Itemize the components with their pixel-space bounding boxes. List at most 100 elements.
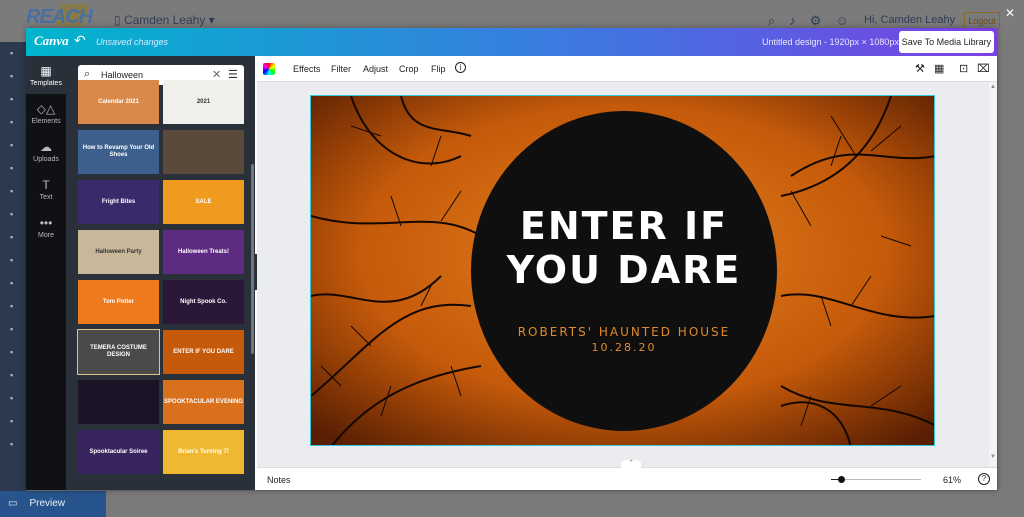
app-logo[interactable]: REACH bbox=[26, 6, 93, 29]
sidebar-icon[interactable]: ▪ bbox=[0, 341, 26, 364]
sidebar-icon[interactable]: ▪ bbox=[0, 249, 26, 272]
template-thumbnail[interactable]: Halloween Treats! bbox=[163, 230, 244, 274]
sidebar-icon[interactable]: ▪ bbox=[0, 364, 26, 387]
elements-icon: ◇△ bbox=[36, 101, 56, 116]
sidebar-icon[interactable]: ▪ bbox=[0, 111, 26, 134]
sidebar-icon[interactable]: ▪ bbox=[0, 387, 26, 410]
scroll-up-icon[interactable]: ▲ bbox=[990, 84, 996, 90]
editor-header: Canva ↶ Unsaved changes Untitled design … bbox=[26, 28, 997, 56]
adjust-button[interactable]: Adjust bbox=[363, 64, 388, 74]
sidebar-icon[interactable]: ▪ bbox=[0, 410, 26, 433]
canva-logo: Canva bbox=[34, 33, 69, 48]
templates-icon: ▦ bbox=[40, 63, 52, 78]
tab-text-label: Text bbox=[39, 193, 53, 201]
sidebar-icon[interactable]: ▪ bbox=[0, 42, 26, 65]
tab-templates[interactable]: ▦ Templates bbox=[26, 56, 66, 94]
lock-icon[interactable]: ⊡ bbox=[959, 62, 968, 75]
user-icon[interactable]: ☺ bbox=[835, 13, 848, 29]
app-right-column bbox=[998, 42, 1024, 517]
template-thumbnail[interactable]: ENTER IF YOU DARE bbox=[163, 330, 244, 374]
preview-button[interactable]: ▭ Preview bbox=[0, 491, 106, 517]
template-thumbnail[interactable]: Halloween Party bbox=[78, 230, 159, 274]
sidebar-icon[interactable]: ▪ bbox=[0, 226, 26, 249]
template-thumbnail[interactable]: Night Spook Co. bbox=[163, 280, 244, 324]
filter-button[interactable]: Filter bbox=[331, 64, 351, 74]
topbar-icons: ⌕ ♪ ⚙ ☺ bbox=[768, 13, 849, 29]
close-icon[interactable]: ✕ bbox=[1005, 6, 1015, 20]
tab-text[interactable]: T Text bbox=[26, 170, 66, 208]
template-thumbnail[interactable] bbox=[163, 130, 244, 174]
template-thumbnail[interactable]: Calendar 2021 bbox=[78, 80, 159, 124]
zoom-level[interactable]: 61% bbox=[943, 475, 961, 485]
template-thumbnail[interactable]: SALE bbox=[163, 180, 244, 224]
template-thumbnail[interactable]: Brian's Turning 7! bbox=[163, 430, 244, 474]
flip-button[interactable]: Flip bbox=[431, 64, 446, 74]
poster-title[interactable]: ENTER IF YOU DARE bbox=[481, 204, 767, 292]
more-icon: ••• bbox=[39, 215, 53, 230]
notes-button[interactable]: Notes bbox=[267, 475, 291, 485]
sidebar-icon[interactable]: ▪ bbox=[0, 433, 26, 456]
unsaved-status: Unsaved changes bbox=[96, 37, 169, 47]
sidebar-icon[interactable]: ▪ bbox=[0, 203, 26, 226]
preview-icon: ▭ bbox=[8, 498, 18, 509]
edit-toolbar: Effects Filter Adjust Crop Flip i ⚒ ▦ ⊡ … bbox=[257, 56, 997, 82]
template-thumbnail[interactable]: How to Revamp Your Old Shoes bbox=[78, 130, 159, 174]
transparency-icon[interactable]: ▦ bbox=[934, 62, 944, 75]
search-value: Halloween bbox=[101, 70, 144, 80]
template-thumbnail[interactable] bbox=[78, 380, 159, 424]
effects-button[interactable]: Effects bbox=[293, 64, 320, 74]
workspace: Effects Filter Adjust Crop Flip i ⚒ ▦ ⊡ … bbox=[257, 56, 997, 490]
zoom-slider-handle[interactable] bbox=[838, 476, 845, 483]
uploads-icon: ☁ bbox=[40, 139, 52, 154]
tab-more-label: More bbox=[38, 231, 54, 239]
paint-roller-icon[interactable]: ⚒ bbox=[915, 62, 925, 75]
undo-icon[interactable]: ↶ bbox=[74, 32, 86, 49]
sidebar-icon[interactable]: ▪ bbox=[0, 88, 26, 111]
side-nav: ▦ Templates ◇△ Elements ☁ Uploads T Text… bbox=[26, 56, 66, 490]
template-thumbnail[interactable]: Spooktacular Soiree bbox=[78, 430, 159, 474]
text-icon: T bbox=[42, 177, 50, 192]
tab-elements[interactable]: ◇△ Elements bbox=[26, 94, 66, 132]
sidebar-icon[interactable]: ▪ bbox=[0, 65, 26, 88]
tab-more[interactable]: ••• More bbox=[26, 208, 66, 246]
user-select[interactable]: ▯ Camden Leahy ▾ bbox=[114, 13, 215, 27]
expand-pages-icon[interactable]: ⌃ bbox=[621, 460, 641, 468]
sidebar-icon[interactable]: ▪ bbox=[0, 295, 26, 318]
poster-subtitle[interactable]: ROBERTS' HAUNTED HOUSE bbox=[481, 325, 767, 339]
color-picker-button[interactable] bbox=[263, 63, 275, 75]
app-sidebar: ▪ ▪ ▪ ▪ ▪ ▪ ▪ ▪ ▪ ▪ ▪ ▪ ▪ ▪ ▪ ▪ ▪ ▪ bbox=[0, 42, 26, 517]
sidebar-icon[interactable]: ▪ bbox=[0, 318, 26, 341]
app-bottom-strip bbox=[106, 491, 998, 517]
template-thumbnail[interactable]: SPOOKTACULAR EVENING bbox=[163, 380, 244, 424]
help-button[interactable]: ? bbox=[978, 473, 990, 485]
template-thumbnail[interactable]: Tom Potter bbox=[78, 280, 159, 324]
template-thumbnail[interactable]: TEMERA COSTUME DESIGN bbox=[77, 329, 160, 375]
tab-uploads[interactable]: ☁ Uploads bbox=[26, 132, 66, 170]
info-icon[interactable]: i bbox=[455, 62, 466, 73]
template-thumbnail[interactable]: Fright Bites bbox=[78, 180, 159, 224]
crop-button[interactable]: Crop bbox=[399, 64, 419, 74]
sidebar-icon[interactable]: ▪ bbox=[0, 272, 26, 295]
workspace-scrollbar[interactable]: ▲ ▼ bbox=[989, 82, 997, 466]
templates-panel: ⌕ Halloween ✕ ☰ Calendar 2021 2021 How to … bbox=[66, 56, 255, 490]
poster-title-line-1: ENTER IF bbox=[519, 204, 729, 248]
design-canvas[interactable]: ENTER IF YOU DARE ROBERTS' HAUNTED HOUSE… bbox=[310, 95, 935, 446]
tab-templates-label: Templates bbox=[30, 79, 62, 87]
poster-title-line-2: YOU DARE bbox=[506, 248, 742, 292]
preview-label: Preview bbox=[29, 498, 66, 509]
gear-icon[interactable]: ⚙ bbox=[810, 13, 822, 29]
scroll-down-icon[interactable]: ▼ bbox=[990, 454, 996, 460]
panel-scrollbar[interactable] bbox=[251, 164, 254, 354]
search-icon[interactable]: ⌕ bbox=[768, 13, 775, 29]
save-to-media-library-button[interactable]: Save To Media Library bbox=[899, 31, 994, 53]
notes-bar: ⌃ Notes 61% ? bbox=[257, 460, 997, 490]
user-greeting: Hi, Camden Leahy bbox=[864, 14, 956, 26]
template-thumbnail[interactable]: 2021 bbox=[163, 80, 244, 124]
poster-date[interactable]: 10.28.20 bbox=[481, 341, 767, 354]
bell-icon[interactable]: ♪ bbox=[789, 13, 796, 29]
sidebar-icon[interactable]: ▪ bbox=[0, 180, 26, 203]
user-select-label: Camden Leahy bbox=[123, 13, 206, 27]
trash-icon[interactable]: ⌧ bbox=[977, 62, 990, 75]
sidebar-icon[interactable]: ▪ bbox=[0, 134, 26, 157]
sidebar-icon[interactable]: ▪ bbox=[0, 157, 26, 180]
